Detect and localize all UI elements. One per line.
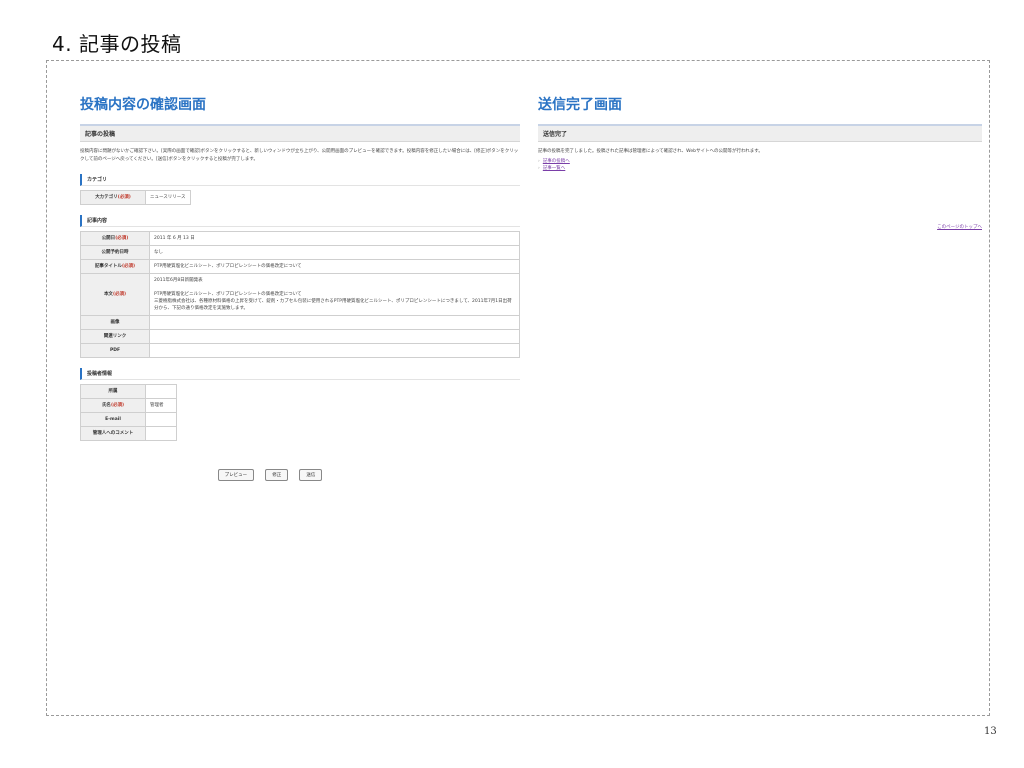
publish-date-value: 2011 年 6 月 13 日 [149, 231, 520, 246]
category-label: 大カテゴリ(必須) [80, 190, 146, 205]
category-table: 大カテゴリ(必須) ニュースリリース [80, 190, 191, 205]
required-mark: (必須) [112, 292, 127, 297]
related-link-label: 関連リンク [80, 329, 150, 344]
body-label: 本文(必須) [80, 273, 150, 316]
table-row: 記事タイトル(必須) PTP用硬質塩化ビニルシート、ポリプロピレンシートの価格改… [80, 259, 520, 274]
bullet-icon: › [538, 166, 540, 171]
table-row: PDF [80, 343, 520, 358]
confirm-panel: 投稿内容の確認画面 記事の投稿 投稿内容に問題がないかご確認下さい。[実際の画面… [80, 94, 520, 481]
pdf-label: PDF [80, 343, 150, 358]
edit-button[interactable]: 修正 [265, 469, 289, 481]
required-mark: (必須) [115, 236, 129, 241]
body-line-1: 2011年6月8日新聞発表 [154, 278, 203, 283]
table-row: 本文(必須) 2011年6月8日新聞発表 PTP用硬質塩化ビニルシート、ポリプロ… [80, 273, 520, 316]
link-article-list[interactable]: › 記事一覧へ [538, 165, 982, 172]
complete-screen-title: 送信完了画面 [538, 97, 622, 113]
page-number: 13 [984, 726, 997, 737]
schedule-label: 公開予約日時 [80, 245, 150, 260]
article-heading: 記事内容 [80, 215, 520, 227]
table-row: 公開予約日時 なし [80, 245, 520, 260]
link-article-post[interactable]: › 記事の投稿へ [538, 158, 982, 165]
email-label: E-mail [80, 412, 146, 427]
body-line-2: PTP用硬質塩化ビニルシート、ポリプロピレンシートの価格改定について [154, 292, 302, 297]
comment-label: 管理人へのコメント [80, 426, 146, 441]
body-value: 2011年6月8日新聞発表 PTP用硬質塩化ビニルシート、ポリプロピレンシートの… [149, 273, 520, 316]
article-table: 公開日(必須) 2011 年 6 月 13 日 公開予約日時 なし 記事タイトル… [80, 231, 520, 358]
confirm-box-header: 記事の投稿 [80, 124, 520, 142]
schedule-value: なし [149, 245, 520, 260]
table-row: 大カテゴリ(必須) ニュースリリース [80, 190, 191, 205]
publish-date-label: 公開日(必須) [80, 231, 150, 246]
email-value [145, 412, 177, 427]
affiliation-label: 所属 [80, 384, 146, 399]
complete-panel: 送信完了画面 送信完了 記事の投稿を完了しました。投稿された記事は管理者によって… [538, 94, 982, 230]
table-row: 氏名(必須) 管理者 [80, 398, 177, 413]
bullet-icon: › [538, 159, 540, 164]
article-title-label: 記事タイトル(必須) [80, 259, 150, 274]
image-label: 画像 [80, 315, 150, 330]
category-heading: カテゴリ [80, 174, 520, 186]
comment-value [145, 426, 177, 441]
button-row: プレビュー 修正 送信 [160, 461, 380, 481]
table-row: 所属 [80, 384, 177, 399]
name-label: 氏名(必須) [80, 398, 146, 413]
confirm-description: 投稿内容に問題がないかご確認下さい。[実際の画面で確認]ボタンをクリックすると、… [80, 149, 519, 162]
table-row: 画像 [80, 315, 520, 330]
confirm-screen-title: 投稿内容の確認画面 [80, 97, 206, 113]
preview-button[interactable]: プレビュー [217, 469, 255, 481]
required-mark: (必須) [117, 195, 131, 200]
name-value: 管理者 [145, 398, 177, 413]
complete-box-header: 送信完了 [538, 124, 982, 142]
table-row: 関連リンク [80, 329, 520, 344]
slide-title: 4. 記事の投稿 [52, 32, 182, 56]
table-row: 管理人へのコメント [80, 426, 177, 441]
category-value: ニュースリリース [145, 190, 191, 205]
body-line-3: 三菱樹脂株式会社は、各種原材料価格の上昇を受けて、錠剤・カプセル包装に使用される… [154, 299, 512, 311]
article-title-value: PTP用硬質塩化ビニルシート、ポリプロピレンシートの価格改定について [149, 259, 520, 274]
complete-description: 記事の投稿を完了しました。投稿された記事は管理者によって確認され、Webサイトへ… [538, 149, 763, 154]
required-mark: (必須) [110, 403, 125, 408]
affiliation-value [145, 384, 177, 399]
related-link-value [149, 329, 520, 344]
page-top-link[interactable]: このページのトップへ [937, 224, 982, 230]
image-value [149, 315, 520, 330]
table-row: 公開日(必須) 2011 年 6 月 13 日 [80, 231, 520, 246]
table-row: E-mail [80, 412, 177, 427]
submit-button[interactable]: 送信 [299, 469, 323, 481]
required-mark: (必須) [121, 264, 136, 269]
pdf-value [149, 343, 520, 358]
poster-table: 所属 氏名(必須) 管理者 E-mail 管理人へのコメント [80, 384, 177, 441]
poster-heading: 投稿者情報 [80, 368, 520, 380]
